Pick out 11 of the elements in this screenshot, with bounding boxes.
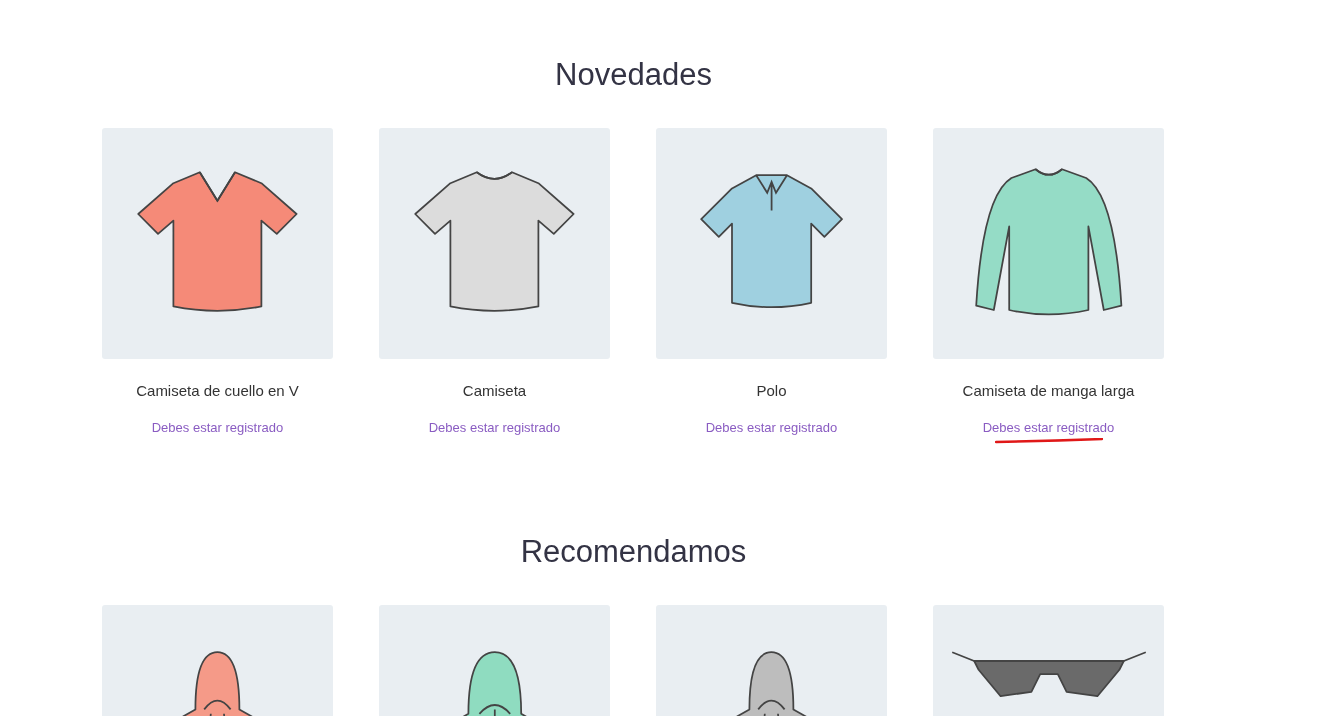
product-name: Polo xyxy=(756,381,787,401)
product-name: Camiseta de manga larga xyxy=(962,381,1135,401)
section-heading: Recomendamos xyxy=(519,533,748,571)
login-required-link[interactable]: Debes estar registrado xyxy=(982,419,1115,437)
product-name: Camiseta xyxy=(462,381,527,401)
login-required-link[interactable]: Debes estar registrado xyxy=(151,419,284,437)
product-image[interactable] xyxy=(933,128,1164,359)
product-name: Camiseta de cuello en V xyxy=(136,381,299,401)
login-required-link[interactable]: Debes estar registrado xyxy=(705,419,838,437)
section-heading: Novedades xyxy=(554,56,713,94)
login-required-link[interactable]: Debes estar registrado xyxy=(428,419,561,437)
